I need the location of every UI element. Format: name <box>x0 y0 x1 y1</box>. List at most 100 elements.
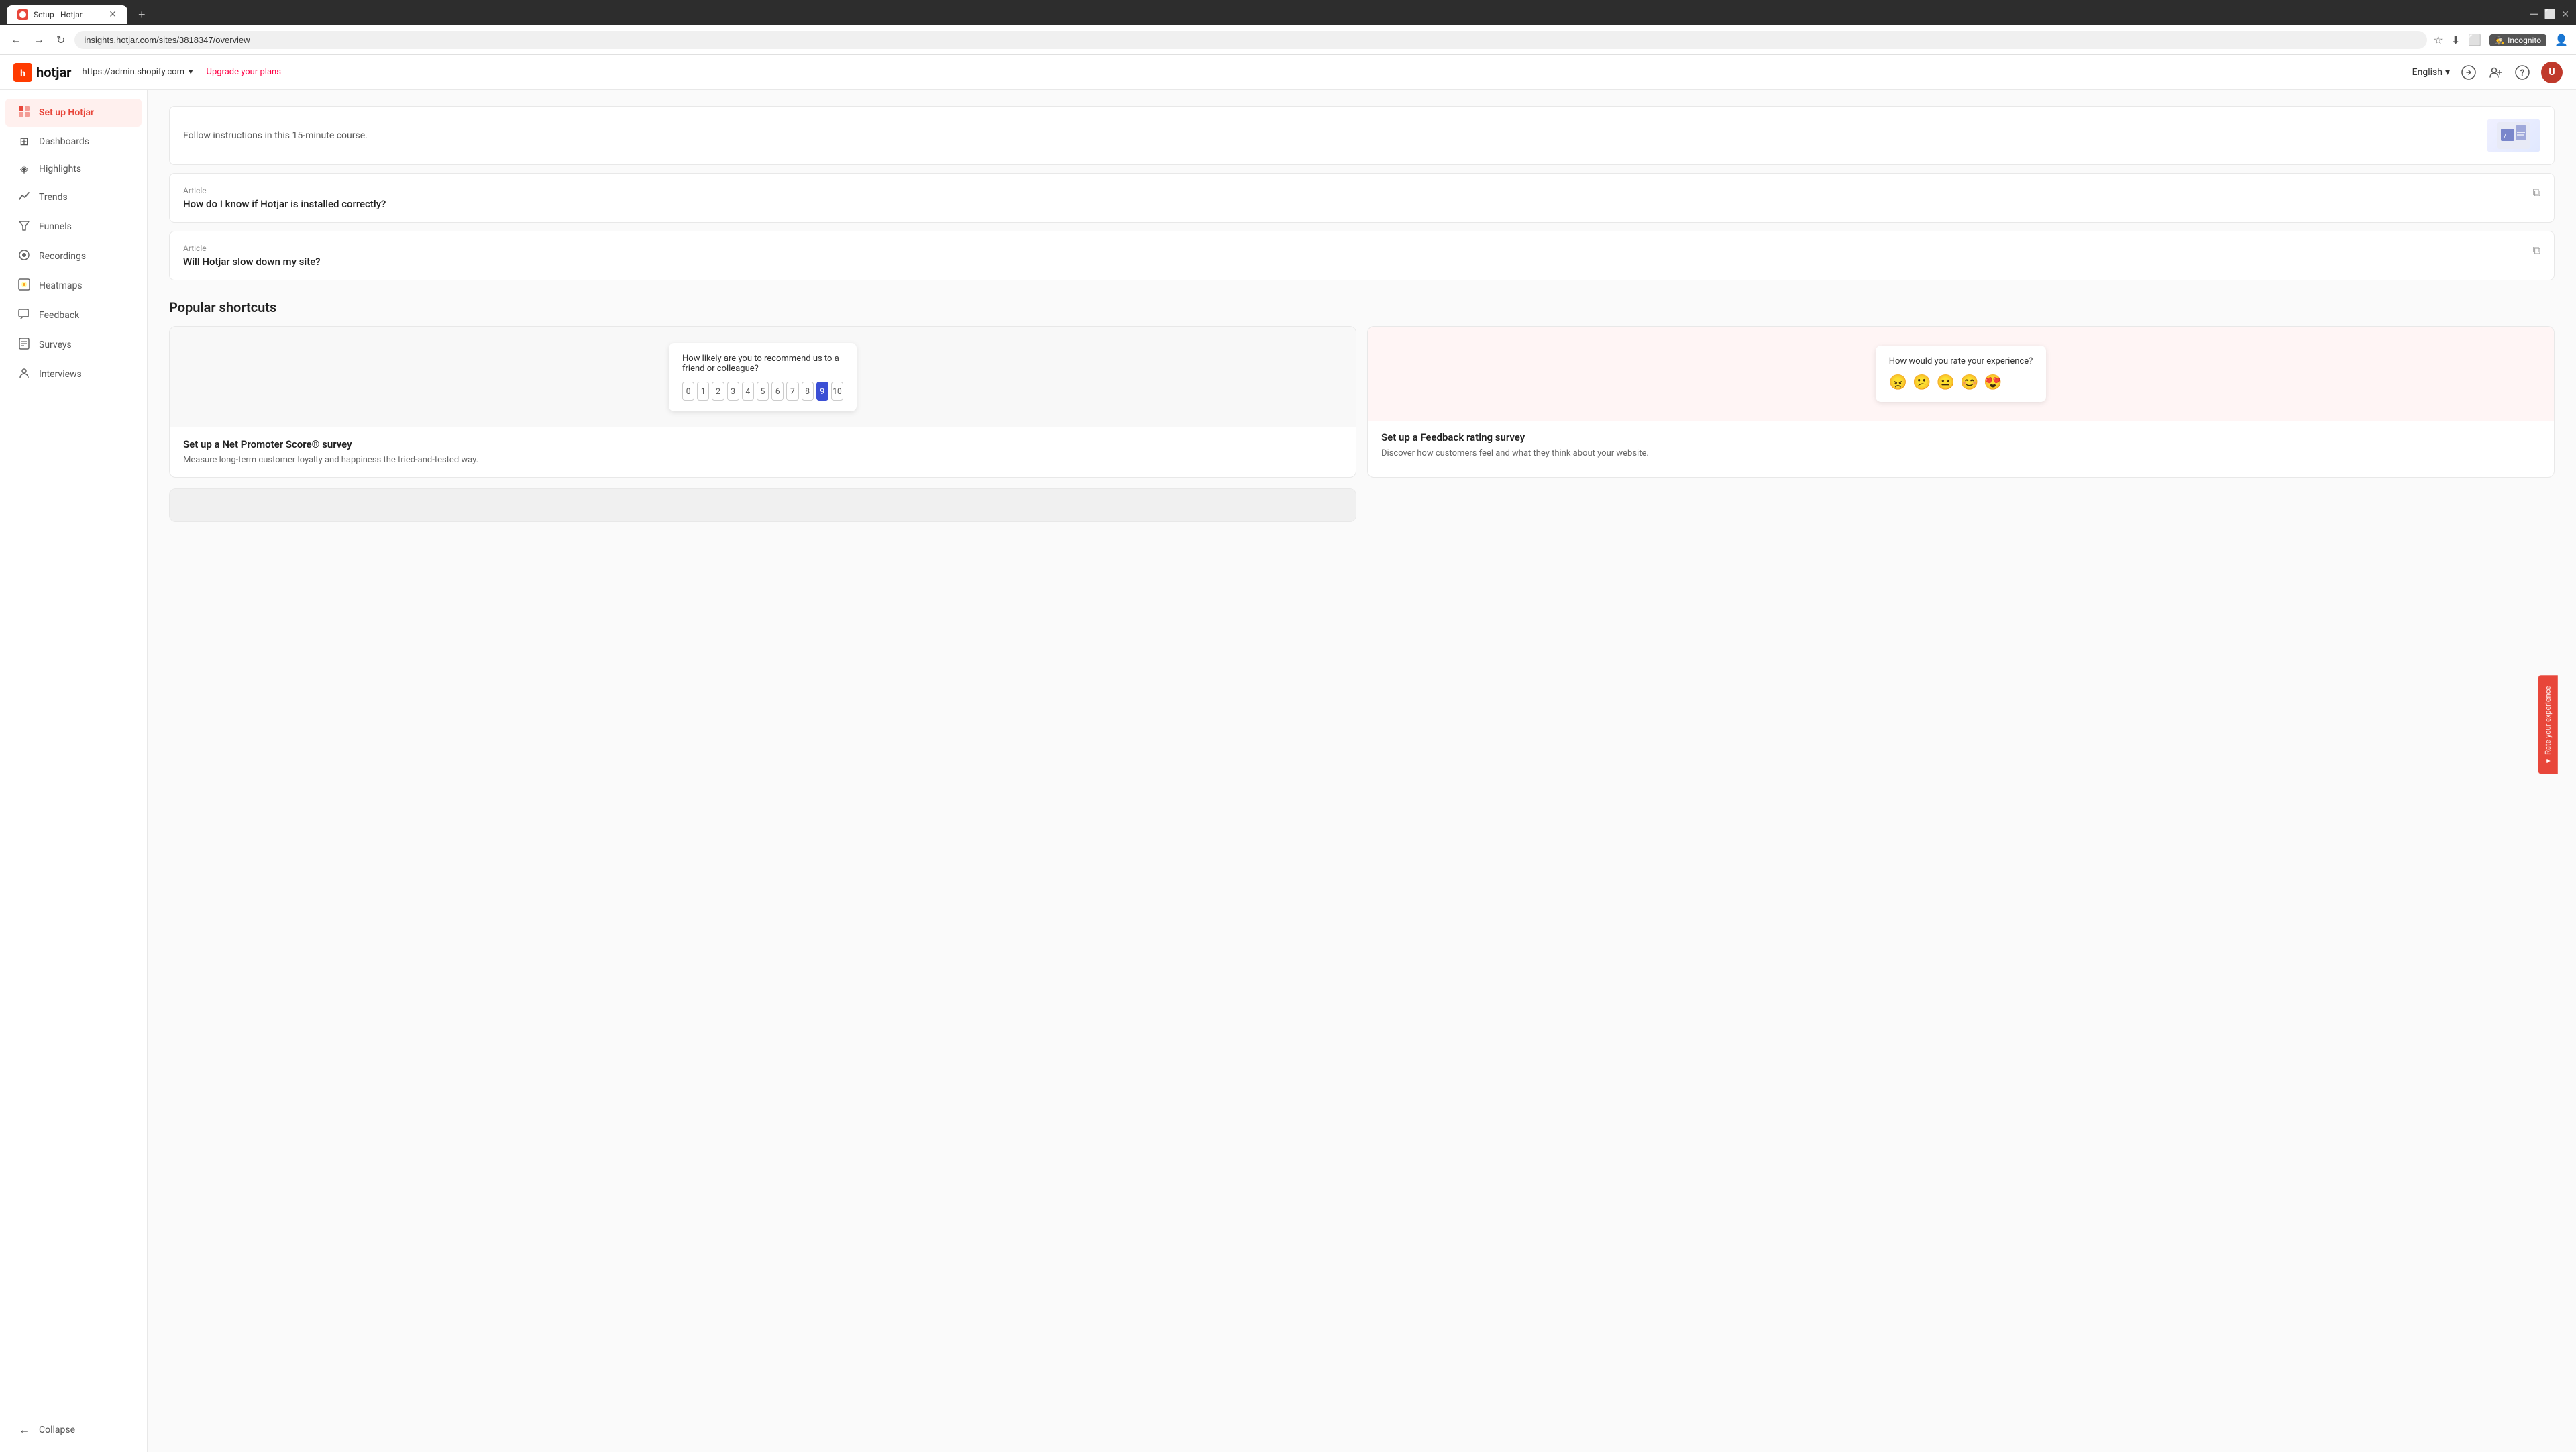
user-avatar[interactable]: U <box>2541 62 2563 83</box>
svg-text:h: h <box>20 68 25 79</box>
sidebar-item-feedback[interactable]: Feedback <box>5 301 142 329</box>
window-maximize-button[interactable]: ⬜ <box>2544 9 2556 20</box>
nps-shortcut-desc: Measure long-term customer loyalty and h… <box>183 454 1342 466</box>
upgrade-link[interactable]: Upgrade your plans <box>207 67 281 77</box>
sidebar: Set up Hotjar ⊞ Dashboards ◈ Highlights … <box>0 90 148 1452</box>
nps-10: 10 <box>831 382 843 401</box>
profile-icon[interactable]: 👤 <box>2555 34 2568 46</box>
download-icon[interactable]: ⬇ <box>2451 34 2460 46</box>
article-link-icon-2[interactable]: ⧉ <box>2533 244 2540 257</box>
sidebar-item-heatmaps[interactable]: Heatmaps <box>5 272 142 300</box>
emoji-angry: 😠 <box>1889 374 1907 391</box>
tab-favicon <box>17 9 28 20</box>
article-link-icon-1[interactable]: ⧉ <box>2533 186 2540 199</box>
emoji-sad: 😕 <box>1913 374 1931 391</box>
top-card-text: Follow instructions in this 15-minute co… <box>183 130 368 141</box>
new-tab-button[interactable]: + <box>138 8 146 22</box>
header-actions: English ▾ ? U <box>2412 62 2563 83</box>
sidebar-item-setup[interactable]: Set up Hotjar <box>5 99 142 127</box>
site-selector[interactable]: https://admin.shopify.com ▾ <box>83 67 193 77</box>
feedback-rating-shortcut-card[interactable]: How would you rate your experience? 😠 😕 … <box>1367 326 2555 478</box>
sidebar-item-label-surveys: Surveys <box>39 340 72 350</box>
nps-survey-preview: How likely are you to recommend us to a … <box>669 343 857 411</box>
sidebar-item-funnels[interactable]: Funnels <box>5 213 142 241</box>
help-icon[interactable]: ? <box>2514 64 2530 81</box>
svg-text:?: ? <box>2520 68 2524 79</box>
share-icon[interactable] <box>2461 64 2477 81</box>
refresh-button[interactable]: ↻ <box>54 31 68 50</box>
sidebar-item-label-setup: Set up Hotjar <box>39 107 94 118</box>
sidebar-item-dashboards[interactable]: ⊞ Dashboards <box>5 128 142 154</box>
svg-text:/: / <box>2504 133 2506 140</box>
language-dropdown-icon: ▾ <box>2445 67 2450 78</box>
article-title-1: How do I know if Hotjar is installed cor… <box>183 198 386 210</box>
nps-8: 8 <box>802 382 814 401</box>
nps-4: 4 <box>742 382 754 401</box>
nps-shortcut-card[interactable]: How likely are you to recommend us to a … <box>169 326 1356 478</box>
nps-scale: 0 1 2 3 4 5 6 7 8 9 10 <box>682 382 843 401</box>
article-label-2: Article <box>183 244 321 253</box>
emoji-love: 😍 <box>1984 374 2002 391</box>
article-label-1: Article <box>183 186 386 195</box>
emoji-neutral: 😐 <box>1937 374 1955 391</box>
language-selector[interactable]: English ▾ <box>2412 67 2450 78</box>
logo-text: hotjar <box>36 64 72 81</box>
browser-tab[interactable]: Setup - Hotjar ✕ <box>7 5 127 24</box>
tab-close-button[interactable]: ✕ <box>109 9 117 20</box>
article-card-2[interactable]: Article Will Hotjar slow down my site? ⧉ <box>169 231 2555 280</box>
nps-2: 2 <box>712 382 724 401</box>
third-shortcut-preview <box>170 489 1356 521</box>
feedback-icon <box>17 308 31 323</box>
sidebar-item-label-heatmaps: Heatmaps <box>39 280 83 291</box>
hotjar-logo[interactable]: h hotjar <box>13 63 72 82</box>
emoji-happy: 😊 <box>1960 374 1978 391</box>
sidebar-item-trends[interactable]: Trends <box>5 183 142 211</box>
nps-preview-area: How likely are you to recommend us to a … <box>170 327 1356 427</box>
sidebar-item-recordings[interactable]: Recordings <box>5 242 142 270</box>
add-user-icon[interactable] <box>2487 64 2504 81</box>
incognito-indicator: 🕵 Incognito <box>2489 34 2546 46</box>
sidebar-item-surveys[interactable]: Surveys <box>5 331 142 359</box>
language-label: English <box>2412 67 2443 78</box>
nps-3: 3 <box>727 382 739 401</box>
main-content: Follow instructions in this 15-minute co… <box>148 90 2576 1452</box>
article-card-1[interactable]: Article How do I know if Hotjar is insta… <box>169 173 2555 223</box>
feedback-shortcut-desc: Discover how customers feel and what the… <box>1381 448 2540 460</box>
nps-0: 0 <box>682 382 694 401</box>
rate-experience-button[interactable]: ♥ Rate your experience <box>2538 676 2558 774</box>
url-input[interactable] <box>74 31 2426 49</box>
top-course-card[interactable]: Follow instructions in this 15-minute co… <box>169 106 2555 165</box>
sidebar-item-label-feedback: Feedback <box>39 310 79 321</box>
feedback-question: How would you rate your experience? <box>1889 356 2033 366</box>
feedback-shortcut-title: Set up a Feedback rating survey <box>1381 431 2540 444</box>
site-url: https://admin.shopify.com <box>83 67 184 77</box>
sidebar-item-label-trends: Trends <box>39 192 68 203</box>
sidebar-collapse-button[interactable]: ← Collapse <box>5 1416 142 1443</box>
course-thumbnail: / <box>2487 119 2540 152</box>
sidebar-item-interviews[interactable]: Interviews <box>5 360 142 388</box>
highlights-icon: ◈ <box>17 162 31 175</box>
dashboards-icon: ⊞ <box>17 135 31 148</box>
tab-title: Setup - Hotjar <box>34 10 83 19</box>
sidebar-item-highlights[interactable]: ◈ Highlights <box>5 156 142 182</box>
nps-9: 9 <box>816 382 828 401</box>
sidebar-item-label-interviews: Interviews <box>39 369 82 380</box>
window-minimize-button[interactable]: — <box>2530 8 2539 22</box>
third-shortcut-card-partial[interactable] <box>169 488 2555 522</box>
feedback-preview-area: How would you rate your experience? 😠 😕 … <box>1368 327 2554 421</box>
window-close-button[interactable]: ✕ <box>2561 9 2569 20</box>
feedback-emojis: 😠 😕 😐 😊 😍 <box>1889 374 2033 391</box>
article-title-2: Will Hotjar slow down my site? <box>183 256 321 268</box>
back-button[interactable]: ← <box>8 32 24 49</box>
address-bar: ← → ↻ ☆ ⬇ ⬜ 🕵 Incognito 👤 <box>0 25 2576 55</box>
app-header: h hotjar https://admin.shopify.com ▾ Upg… <box>0 55 2576 90</box>
rate-heart-icon: ♥ <box>2544 759 2553 764</box>
sidebar-item-label-highlights: Highlights <box>39 164 81 174</box>
extensions-icon[interactable]: ⬜ <box>2468 34 2481 46</box>
forward-button[interactable]: → <box>31 32 47 49</box>
funnels-icon <box>17 219 31 234</box>
article-content-2: Article Will Hotjar slow down my site? <box>183 244 321 268</box>
nps-question: How likely are you to recommend us to a … <box>682 354 843 374</box>
site-dropdown-icon: ▾ <box>189 67 193 77</box>
bookmark-icon[interactable]: ☆ <box>2434 34 2443 46</box>
